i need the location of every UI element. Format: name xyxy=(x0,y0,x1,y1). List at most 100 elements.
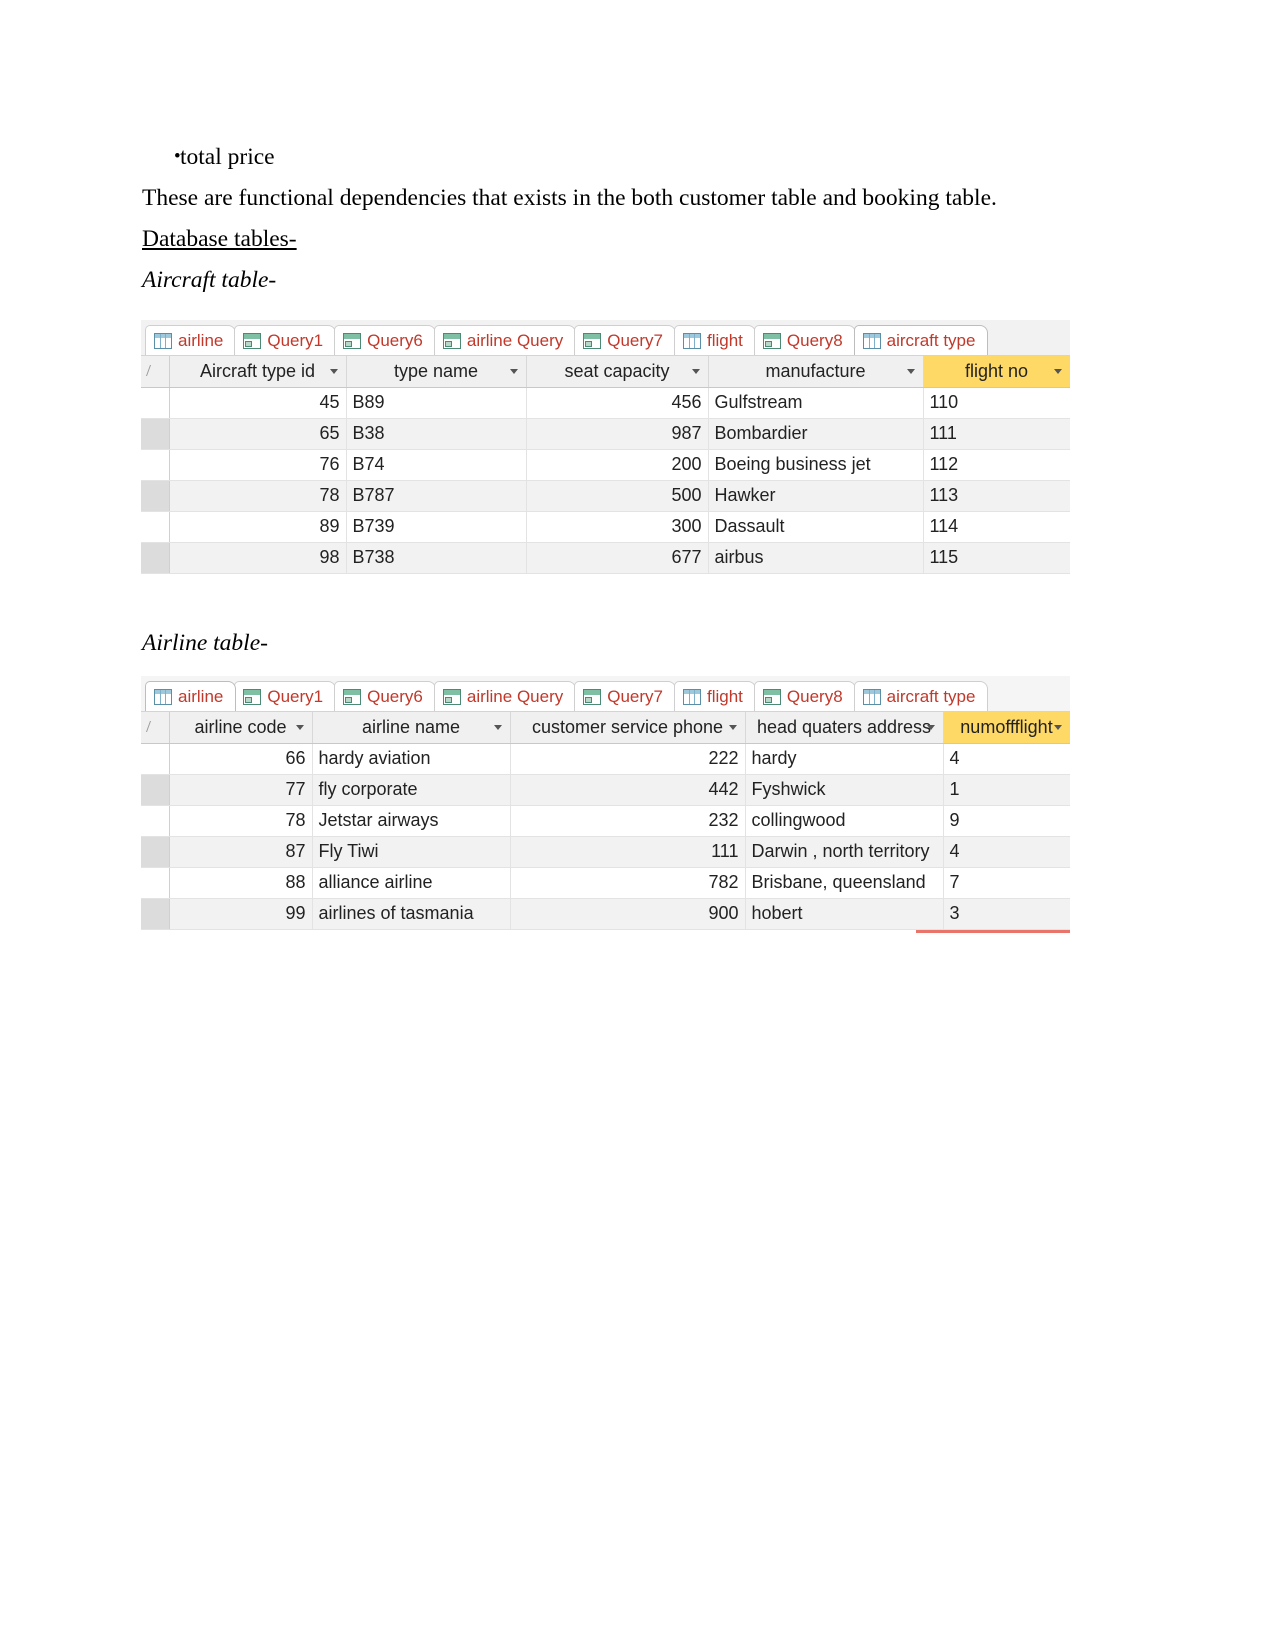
tab-query7[interactable]: Query7 xyxy=(574,681,676,711)
row-selector[interactable] xyxy=(141,542,170,574)
cell-airline-name[interactable]: alliance airline xyxy=(312,867,511,899)
table-row[interactable]: 78 Jetstar airways 232 collingwood 9 xyxy=(141,805,1070,837)
cell-flight-no[interactable]: 112 xyxy=(923,449,1070,481)
cell-manufacture[interactable]: Hawker xyxy=(708,480,924,512)
chevron-down-icon[interactable] xyxy=(906,369,915,375)
cell-airline-name[interactable]: Fly Tiwi xyxy=(312,836,511,868)
table-row[interactable]: 87 Fly Tiwi 111 Darwin , north territory 4 xyxy=(141,836,1070,868)
cell-airline-name[interactable]: hardy aviation xyxy=(312,743,511,775)
cell-seat-capacity[interactable]: 300 xyxy=(526,511,709,543)
row-selector[interactable] xyxy=(141,449,170,481)
cell-head-quaters-address[interactable]: collingwood xyxy=(745,805,944,837)
tab-flight[interactable]: flight xyxy=(673,325,756,355)
cell-manufacture[interactable]: airbus xyxy=(708,542,924,574)
table-row[interactable]: 99 airlines of tasmania 900 hobert 3 xyxy=(141,898,1070,930)
row-selector[interactable] xyxy=(141,480,170,512)
cell-type-name[interactable]: B787 xyxy=(346,480,527,512)
cell-aircraft-type-id[interactable]: 76 xyxy=(169,449,347,481)
cell-airline-code[interactable]: 87 xyxy=(169,836,313,868)
chevron-down-icon[interactable] xyxy=(493,725,502,731)
cell-head-quaters-address[interactable]: hardy xyxy=(745,743,944,775)
cell-head-quaters-address[interactable]: hobert xyxy=(745,898,944,930)
column-header-head-quaters-address[interactable]: head quaters address xyxy=(745,712,944,744)
column-header-flight-no[interactable]: flight no xyxy=(923,356,1070,388)
cell-airline-code[interactable]: 99 xyxy=(169,898,313,930)
cell-airline-name[interactable]: Jetstar airways xyxy=(312,805,511,837)
tab-query1[interactable]: Query1 xyxy=(234,325,337,355)
cell-type-name[interactable]: B738 xyxy=(346,542,527,574)
row-selector[interactable] xyxy=(141,774,170,806)
cell-aircraft-type-id[interactable]: 65 xyxy=(169,418,347,450)
cell-numoffflight[interactable]: 4 xyxy=(943,743,1070,775)
cell-airline-code[interactable]: 66 xyxy=(169,743,313,775)
cell-head-quaters-address[interactable]: Darwin , north territory xyxy=(745,836,944,868)
table-row[interactable]: 45 B89 456 Gulfstream 110 xyxy=(141,387,1070,419)
tab-airline-query[interactable]: airline Query xyxy=(433,325,577,355)
table-row[interactable]: 98 B738 677 airbus 115 xyxy=(141,542,1070,574)
cell-manufacture[interactable]: Dassault xyxy=(708,511,924,543)
chevron-down-icon[interactable] xyxy=(691,369,700,375)
cell-airline-code[interactable]: 78 xyxy=(169,805,313,837)
tab-airline-query[interactable]: airline Query xyxy=(433,681,577,711)
column-header-aircraft-type-id[interactable]: Aircraft type id xyxy=(169,356,347,388)
chevron-down-icon[interactable] xyxy=(1053,725,1062,731)
cell-flight-no[interactable]: 111 xyxy=(923,418,1070,450)
row-selector[interactable] xyxy=(141,511,170,543)
column-header-manufacture[interactable]: manufacture xyxy=(708,356,924,388)
row-selector[interactable] xyxy=(141,387,170,419)
tab-query6[interactable]: Query6 xyxy=(334,325,436,355)
column-header-airline-name[interactable]: airline name xyxy=(312,712,511,744)
cell-seat-capacity[interactable]: 677 xyxy=(526,542,709,574)
cell-type-name[interactable]: B74 xyxy=(346,449,527,481)
cell-manufacture[interactable]: Bombardier xyxy=(708,418,924,450)
cell-aircraft-type-id[interactable]: 98 xyxy=(169,542,347,574)
cell-numoffflight[interactable]: 4 xyxy=(943,836,1070,868)
cell-numoffflight[interactable]: 7 xyxy=(943,867,1070,899)
cell-flight-no[interactable]: 110 xyxy=(923,387,1070,419)
cell-airline-code[interactable]: 77 xyxy=(169,774,313,806)
cell-type-name[interactable]: B739 xyxy=(346,511,527,543)
tab-query8[interactable]: Query8 xyxy=(753,681,856,711)
row-selector[interactable] xyxy=(141,418,170,450)
chevron-down-icon[interactable] xyxy=(1053,369,1062,375)
cell-seat-capacity[interactable]: 456 xyxy=(526,387,709,419)
cell-customer-service-phone[interactable]: 900 xyxy=(510,898,746,930)
cell-customer-service-phone[interactable]: 782 xyxy=(510,867,746,899)
chevron-down-icon[interactable] xyxy=(509,369,518,375)
cell-type-name[interactable]: B38 xyxy=(346,418,527,450)
column-header-customer-service-phone[interactable]: customer service phone xyxy=(510,712,746,744)
cell-seat-capacity[interactable]: 987 xyxy=(526,418,709,450)
table-row[interactable]: 66 hardy aviation 222 hardy 4 xyxy=(141,743,1070,775)
table-row[interactable]: 78 B787 500 Hawker 113 xyxy=(141,480,1070,512)
row-selector[interactable] xyxy=(141,805,170,837)
row-selector[interactable] xyxy=(141,867,170,899)
chevron-down-icon[interactable] xyxy=(728,725,737,731)
tab-airline[interactable]: airline xyxy=(145,681,237,711)
cell-numoffflight[interactable]: 3 xyxy=(943,898,1070,930)
cell-numoffflight[interactable]: 9 xyxy=(943,805,1070,837)
cell-flight-no[interactable]: 113 xyxy=(923,480,1070,512)
row-selector[interactable] xyxy=(141,836,170,868)
tab-query1[interactable]: Query1 xyxy=(234,681,337,711)
cell-flight-no[interactable]: 115 xyxy=(923,542,1070,574)
tab-aircraft-type[interactable]: aircraft type xyxy=(853,681,989,711)
cell-aircraft-type-id[interactable]: 78 xyxy=(169,480,347,512)
cell-manufacture[interactable]: Gulfstream xyxy=(708,387,924,419)
table-row[interactable]: 88 alliance airline 782 Brisbane, queenslan… xyxy=(141,867,1070,899)
tab-flight[interactable]: flight xyxy=(673,681,756,711)
row-selector-header[interactable] xyxy=(141,356,170,388)
tab-query8[interactable]: Query8 xyxy=(753,325,856,355)
column-header-seat-capacity[interactable]: seat capacity xyxy=(526,356,709,388)
cell-head-quaters-address[interactable]: Brisbane, queensland xyxy=(745,867,944,899)
tab-aircraft-type[interactable]: aircraft type xyxy=(853,325,989,355)
cell-flight-no[interactable]: 114 xyxy=(923,511,1070,543)
tab-query7[interactable]: Query7 xyxy=(574,325,676,355)
cell-aircraft-type-id[interactable]: 89 xyxy=(169,511,347,543)
cell-airline-name[interactable]: fly corporate xyxy=(312,774,511,806)
cell-seat-capacity[interactable]: 200 xyxy=(526,449,709,481)
chevron-down-icon[interactable] xyxy=(926,725,935,731)
column-header-type-name[interactable]: type name xyxy=(346,356,527,388)
cell-customer-service-phone[interactable]: 232 xyxy=(510,805,746,837)
column-header-numoffflight[interactable]: numoffflight xyxy=(943,712,1070,744)
table-row[interactable]: 77 fly corporate 442 Fyshwick 1 xyxy=(141,774,1070,806)
